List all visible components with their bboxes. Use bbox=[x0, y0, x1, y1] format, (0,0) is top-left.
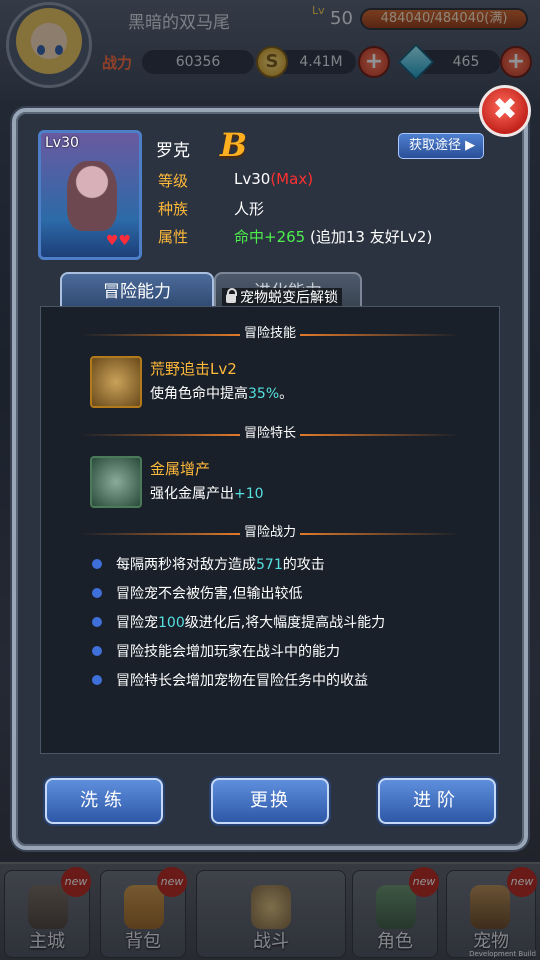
shield-skill-icon[interactable] bbox=[90, 356, 142, 408]
bullet-dot bbox=[92, 559, 102, 569]
lock-icon bbox=[226, 288, 237, 303]
race-label: 种族 bbox=[158, 200, 189, 218]
get-source-button[interactable]: 获取途径 ▶ bbox=[398, 133, 484, 159]
level-text: Lv30 bbox=[234, 170, 271, 188]
pet-portrait: Lv30 ♥♥ bbox=[38, 130, 142, 260]
level-max-tag: (Max) bbox=[270, 170, 314, 188]
line-text-end: 级进化后,将大幅度提高战斗能力 bbox=[184, 615, 386, 631]
tab-adventure[interactable]: 冒险能力 bbox=[60, 272, 214, 308]
hearts-icon: ♥♥ bbox=[105, 233, 131, 249]
grade-badge: B bbox=[220, 126, 248, 164]
section-adventure-power: 冒险战力 bbox=[40, 523, 500, 543]
line-text: 冒险特长会增加宠物在冒险任务中的收益 bbox=[116, 673, 368, 689]
power-line-4: 冒险技能会增加玩家在战斗中的能力 bbox=[116, 641, 340, 661]
attribute-value: 命中+265 (追加13 友好Lv2) bbox=[234, 226, 432, 247]
specialty-desc-value: +10 bbox=[234, 486, 264, 502]
pet-name: 罗克 bbox=[156, 141, 190, 161]
skill-desc-end: 。 bbox=[279, 386, 294, 402]
bullet-dot bbox=[92, 617, 102, 627]
specialty-name: 金属增产 bbox=[150, 460, 211, 478]
attribute-label: 属性 bbox=[158, 228, 189, 246]
line-value: 571 bbox=[256, 557, 283, 573]
evolution-lock-notice: 宠物蜕变后解锁 bbox=[222, 288, 342, 308]
skill-name: 荒野追击Lv2 bbox=[150, 360, 237, 378]
section-adventure-skill: 冒险技能 bbox=[40, 324, 500, 344]
attribute-bonus: 命中+265 bbox=[234, 228, 306, 246]
specialty-desc-text: 强化金属产出 bbox=[150, 486, 234, 502]
specialty-description: 强化金属产出+10 bbox=[150, 483, 264, 503]
close-button[interactable]: ✖ bbox=[479, 85, 531, 137]
line-value: 100 bbox=[158, 615, 185, 631]
play-arrow-icon: ▶ bbox=[465, 138, 476, 153]
skill-desc-text: 使角色命中提高 bbox=[150, 386, 248, 402]
level-value: Lv30(Max) bbox=[234, 170, 313, 188]
section-adventure-specialty: 冒险特长 bbox=[40, 424, 500, 444]
line-text-end: 的攻击 bbox=[282, 557, 325, 573]
lock-text: 宠物蜕变后解锁 bbox=[240, 290, 338, 306]
skill-description: 使角色命中提高35%。 bbox=[150, 383, 293, 403]
portrait-level: Lv30 bbox=[45, 135, 79, 151]
metal-ore-icon[interactable] bbox=[90, 456, 142, 508]
refine-button[interactable]: 洗练 bbox=[45, 778, 163, 824]
skill-desc-value: 35% bbox=[248, 386, 280, 402]
get-source-label: 获取途径 bbox=[409, 138, 462, 153]
replace-button[interactable]: 更换 bbox=[211, 778, 329, 824]
advance-button[interactable]: 进阶 bbox=[378, 778, 496, 824]
close-icon: ✖ bbox=[492, 92, 518, 127]
power-line-5: 冒险特长会增加宠物在冒险任务中的收益 bbox=[116, 670, 368, 690]
bullet-dot bbox=[92, 646, 102, 656]
race-value: 人形 bbox=[234, 200, 265, 218]
attribute-extra: (追加13 友好Lv2) bbox=[309, 228, 433, 246]
power-line-2: 冒险宠不会被伤害,但输出较低 bbox=[116, 583, 302, 603]
bullet-dot bbox=[92, 675, 102, 685]
power-line-1: 每隔两秒将对敌方造成571的攻击 bbox=[116, 554, 325, 574]
line-text: 冒险宠不会被伤害,但输出较低 bbox=[116, 586, 303, 602]
level-label: 等级 bbox=[158, 172, 189, 190]
line-text: 冒险宠 bbox=[116, 615, 158, 631]
bullet-dot bbox=[92, 588, 102, 598]
werewolf-icon bbox=[67, 161, 117, 231]
line-text: 每隔两秒将对敌方造成 bbox=[116, 557, 256, 573]
power-line-3: 冒险宠100级进化后,将大幅度提高战斗能力 bbox=[116, 612, 385, 632]
line-text: 冒险技能会增加玩家在战斗中的能力 bbox=[116, 644, 340, 660]
